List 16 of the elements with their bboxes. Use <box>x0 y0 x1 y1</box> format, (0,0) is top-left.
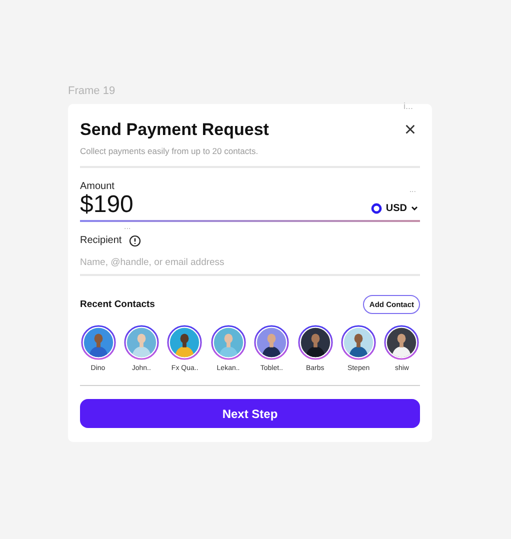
frame-label: Frame 19 <box>68 85 116 97</box>
amount-label: Amount <box>80 181 114 192</box>
dialog-subtitle: Collect payments easily from up to 20 contacts. <box>80 146 260 156</box>
next-step-button[interactable]: Next Step <box>80 399 420 428</box>
recipient-label: Recipient <box>80 235 122 246</box>
caret-icon <box>411 206 418 212</box>
currency-icon <box>370 203 382 214</box>
amount-value: $190 <box>80 192 134 218</box>
section-title: Recent Contacts <box>80 299 155 310</box>
dialog-title: Send Payment Request <box>80 120 269 140</box>
layer-label: ... <box>124 222 131 232</box>
layer-label: i... <box>403 101 413 111</box>
layer-label: ... <box>409 185 416 194</box>
currency-dropdown[interactable]: USD <box>370 203 420 218</box>
close-button[interactable]: × <box>400 120 420 140</box>
info-icon <box>128 235 141 248</box>
